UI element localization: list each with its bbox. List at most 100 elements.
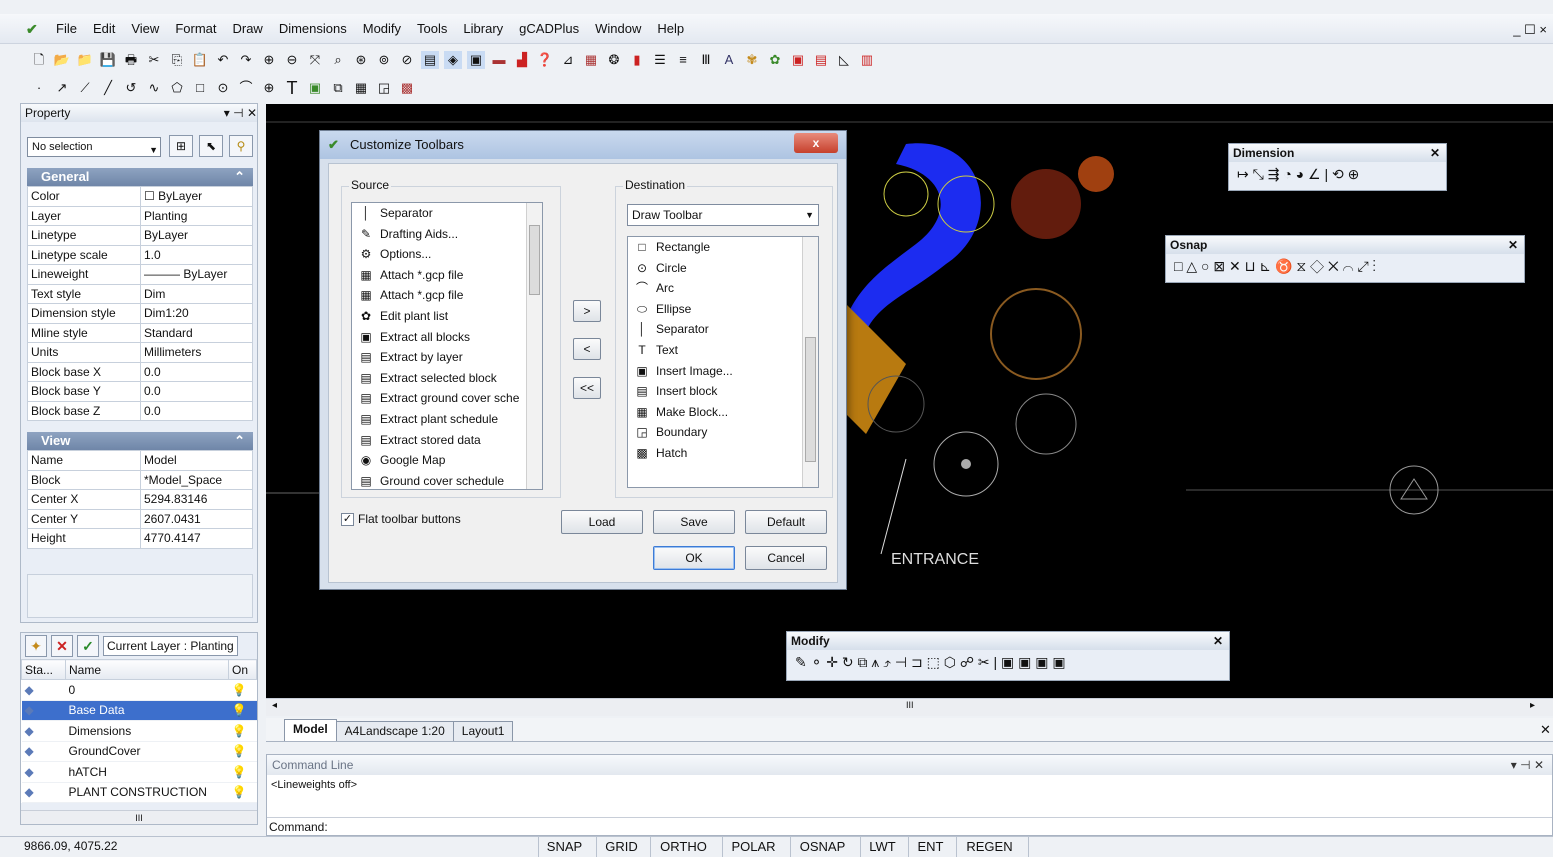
redo-icon[interactable]: ↷ xyxy=(237,51,255,69)
add-button[interactable]: > xyxy=(573,300,601,322)
cancel-button[interactable]: Cancel xyxy=(745,546,827,570)
zoom-window-icon[interactable]: ⌕ xyxy=(329,51,347,69)
close-icon[interactable]: ✕ xyxy=(1430,144,1440,162)
view-section-header[interactable]: View ⌃ xyxy=(27,432,253,450)
panel-controls-icon[interactable]: ▾ ⊣ ✕ xyxy=(1511,755,1544,775)
toggle-pickadd-icon[interactable]: ⊞ xyxy=(169,135,193,157)
grid-toggle[interactable]: GRID xyxy=(596,837,646,857)
source-scrollbar[interactable] xyxy=(526,203,542,489)
on-column-header[interactable]: On xyxy=(228,659,257,680)
insert-block-icon[interactable]: ⧉ xyxy=(329,79,347,97)
layer-on-bulb-icon[interactable]: 💡 xyxy=(228,679,257,701)
scroll-left-icon[interactable]: ◂ xyxy=(272,700,277,711)
property-row[interactable]: Mline style Standard xyxy=(27,322,253,343)
property-row[interactable]: Units Millimeters xyxy=(27,342,253,363)
plant-schedule-icon[interactable]: ▦ xyxy=(582,51,600,69)
columns-icon[interactable]: Ⅲ xyxy=(697,51,715,69)
destination-list-item[interactable]: ▤ Insert block xyxy=(628,381,818,402)
destination-list-item[interactable]: ▣ Insert Image... xyxy=(628,361,818,382)
hatch-icon[interactable]: ▩ xyxy=(398,79,416,97)
tabs-close-icon[interactable]: ✕ xyxy=(1540,722,1551,738)
cut-icon[interactable]: ✂ xyxy=(145,51,163,69)
layer-scrollbar[interactable]: III xyxy=(21,810,257,824)
modify-toolbar-title-bar[interactable]: Modify ✕ xyxy=(787,632,1229,650)
tab-model[interactable]: Model xyxy=(284,719,337,741)
destination-list-item[interactable]: □ Rectangle xyxy=(628,237,818,258)
property-value[interactable]: 1.0 xyxy=(140,244,253,265)
new-layer-icon[interactable]: ✦ xyxy=(25,635,47,657)
property-row[interactable]: Text style Dim xyxy=(27,283,253,304)
property-row[interactable]: Lineweight ——— ByLayer xyxy=(27,264,253,285)
zoom-realtime-icon[interactable]: ⤧ xyxy=(306,51,324,69)
open-template-icon[interactable]: 📁 xyxy=(76,51,94,69)
source-list-item[interactable]: ✿ Edit plant list xyxy=(352,306,542,327)
osnap-toolbar-title-bar[interactable]: Osnap ✕ xyxy=(1166,236,1524,254)
paste-icon[interactable]: 📋 xyxy=(191,51,209,69)
destination-select[interactable]: Draw Toolbar ▼ xyxy=(627,204,819,226)
load-button[interactable]: Load xyxy=(561,510,643,534)
layer-on-bulb-icon[interactable]: 💡 xyxy=(228,761,257,783)
close-icon[interactable]: ✕ xyxy=(1508,236,1518,254)
ray-icon[interactable]: ↗ xyxy=(53,79,71,97)
ortho-toggle[interactable]: ORTHO xyxy=(650,837,716,857)
arc-icon[interactable]: ⌒ xyxy=(237,79,255,97)
close-icon[interactable]: ✕ xyxy=(1213,632,1223,650)
property-value[interactable]: ——— ByLayer xyxy=(140,264,253,285)
plant-library-icon[interactable]: ✿ xyxy=(766,51,784,69)
destination-list-item[interactable]: │ Separator xyxy=(628,319,818,340)
polar-toggle[interactable]: POLAR xyxy=(722,837,784,857)
bars-icon[interactable]: ▮ xyxy=(628,51,646,69)
destination-list-item[interactable]: ⊙ Circle xyxy=(628,258,818,279)
source-list-item[interactable]: ⚙ Options... xyxy=(352,244,542,265)
property-value[interactable]: 0.0 xyxy=(140,361,253,382)
default-button[interactable]: Default xyxy=(745,510,827,534)
source-scroll-thumb[interactable] xyxy=(529,225,540,295)
dialog-title-bar[interactable]: ✔ Customize Toolbars xyxy=(320,131,846,159)
zoom-extents-icon[interactable]: ⊛ xyxy=(352,51,370,69)
general-section-header[interactable]: General ⌃ xyxy=(27,168,253,186)
layer-status-icon[interactable]: ◆ xyxy=(21,761,66,783)
source-list-item[interactable]: ✎ Drafting Aids... xyxy=(352,224,542,245)
save-button[interactable]: Save xyxy=(653,510,735,534)
destination-list-item[interactable]: ⬭ Ellipse xyxy=(628,299,818,320)
point-icon[interactable]: · xyxy=(30,79,48,97)
circle-icon[interactable]: ⊙ xyxy=(214,79,232,97)
layer-status-icon[interactable]: ◆ xyxy=(21,720,66,742)
property-value[interactable]: *Model_Space xyxy=(140,469,253,490)
source-list-item[interactable]: ▤ Ground cover schedule xyxy=(352,471,542,489)
property-row[interactable]: Layer Planting xyxy=(27,205,253,226)
lwt-toggle[interactable]: LWT xyxy=(860,837,904,857)
menu-view[interactable]: View xyxy=(123,14,167,44)
layer-on-bulb-icon[interactable]: 💡 xyxy=(228,741,257,762)
property-value[interactable]: ☐ ByLayer xyxy=(140,186,253,207)
osnap-tools[interactable]: □ △ ○ ⊠ ✕ ⊔ ⊾ ♉ ⧖ ◇ ✕ ⌒ ⤢ ⋮ xyxy=(1166,254,1524,279)
menu-tools[interactable]: Tools xyxy=(409,14,455,44)
destination-list-item[interactable]: ⌒ Arc xyxy=(628,278,818,299)
source-list-item[interactable]: ▤ Extract plant schedule xyxy=(352,409,542,430)
layer-status-icon[interactable]: ◆ xyxy=(21,700,66,721)
layer-on-bulb-icon[interactable]: 💡 xyxy=(228,782,257,803)
menu-format[interactable]: Format xyxy=(167,14,224,44)
text-style-icon[interactable]: A xyxy=(720,51,738,69)
layer-row[interactable]: ◆ Dimensions 💡 xyxy=(21,720,257,742)
list-icon[interactable]: ☰ xyxy=(651,51,669,69)
regen-toggle[interactable]: REGEN xyxy=(956,837,1022,857)
property-row[interactable]: Dimension style Dim1:20 xyxy=(27,303,253,324)
layer-on-bulb-icon[interactable]: 💡 xyxy=(228,700,257,721)
polygon-icon[interactable]: ⬠ xyxy=(168,79,186,97)
property-value[interactable]: Planting xyxy=(140,205,253,226)
properties-icon[interactable]: ▤ xyxy=(421,51,439,69)
layer-on-bulb-icon[interactable]: 💡 xyxy=(228,720,257,742)
command-input[interactable]: Command: xyxy=(267,817,1552,836)
app-logo-icon[interactable]: ✔ xyxy=(26,22,48,36)
property-row[interactable]: Linetype ByLayer xyxy=(27,225,253,246)
menu-modify[interactable]: Modify xyxy=(355,14,409,44)
zoom-prev-icon[interactable]: ⊘ xyxy=(398,51,416,69)
snap-toggle[interactable]: SNAP xyxy=(538,837,590,857)
ok-button[interactable]: OK xyxy=(653,546,735,570)
tool-palette-icon[interactable]: ▣ xyxy=(467,51,485,69)
save-icon[interactable]: 💾 xyxy=(99,51,117,69)
new-icon[interactable]: 🗋 xyxy=(30,51,48,69)
layer-row[interactable]: ◆ hATCH 💡 xyxy=(21,761,257,783)
zoom-in-icon[interactable]: ⊕ xyxy=(260,51,278,69)
